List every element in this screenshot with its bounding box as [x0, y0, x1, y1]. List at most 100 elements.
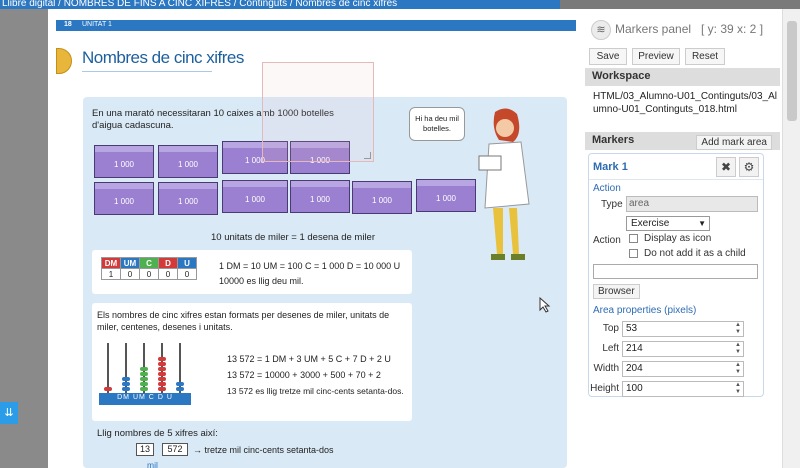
no-child-checkbox[interactable] — [629, 249, 638, 258]
preview-button[interactable]: Preview — [632, 48, 680, 65]
decomposition-2: 13 572 = 10000 + 3000 + 500 + 70 + 2 — [227, 370, 381, 380]
book-page: 18 UNITAT 1 Nombres de cinc xifres En un… — [48, 9, 585, 468]
reset-button[interactable]: Reset — [685, 48, 725, 65]
scrollbar-thumb[interactable] — [787, 21, 797, 121]
action-select-value: Exercise — [631, 218, 670, 229]
left-gutter — [0, 9, 48, 468]
decomposition-1: 13 572 = 1 DM + 3 UM + 5 C + 7 D + 2 U — [227, 354, 391, 364]
resource-field[interactable] — [593, 264, 758, 279]
table-cell: 0 — [120, 268, 140, 280]
spinner-icon[interactable]: ▲ ▼ — [735, 342, 741, 356]
table-cell: 0 — [158, 268, 178, 280]
cube-1000: 1 000 — [290, 180, 350, 213]
left-input[interactable]: 214 ▲ ▼ — [622, 341, 744, 357]
gear-icon[interactable]: ⚙ — [739, 157, 759, 177]
cube-label: 1 000 — [113, 196, 135, 206]
table-cell: 0 — [139, 268, 159, 280]
width-label: Width — [593, 363, 619, 374]
cube-label: 1 000 — [113, 159, 135, 169]
display-as-icon-checkbox[interactable] — [629, 234, 638, 243]
read-title: Llig nombres de 5 xifres així: — [97, 428, 218, 439]
read-mil-label: mil — [147, 460, 158, 468]
width-value: 204 — [626, 363, 643, 374]
cube-1000: 1 000 — [94, 182, 154, 215]
top-value: 53 — [626, 323, 638, 334]
display-as-icon-label: Display as icon — [644, 233, 712, 244]
bullet-text: Els nombres de cinc xifres estan formats… — [97, 310, 390, 332]
left-value: 214 — [626, 343, 643, 354]
cube-1000: 1 000 — [352, 181, 412, 214]
table-header: U — [177, 257, 197, 269]
abacus-labels: DM UM C D U — [117, 394, 173, 401]
cursor-coords: [ y: 39 x: 2 ] — [701, 22, 764, 36]
top-label: Top — [602, 323, 619, 334]
cube-label: 1 000 — [309, 194, 331, 204]
add-mark-area-button[interactable]: Add mark area — [696, 135, 772, 150]
mark-card: Mark 1 ✖ ⚙ Action Type area Exercise ▼ Ac… — [588, 153, 764, 397]
dropdown-arrow-icon: ▼ — [698, 219, 706, 228]
workspace-header: Workspace — [585, 68, 780, 86]
width-input[interactable]: 204 ▲ ▼ — [622, 361, 744, 377]
table-header: D — [158, 257, 178, 269]
table-header: C — [139, 257, 159, 269]
breadcrumb[interactable]: Llibre digital / NOMBRES DE FINS A CINC … — [0, 0, 560, 9]
layers-icon[interactable]: ≋ — [591, 20, 611, 40]
cube-label: 1 000 — [177, 196, 199, 206]
title-underline — [82, 71, 212, 72]
browse-button[interactable]: Browser — [593, 284, 640, 299]
decomposition-3: 13 572 es llig tretze mil cinc-cents set… — [227, 386, 404, 396]
unit-label: UNITAT 1 — [82, 21, 112, 28]
table-header: DM — [101, 257, 121, 269]
expand-down-icon[interactable]: ⇊ — [0, 402, 18, 424]
abacus: DM UM C D U — [99, 343, 209, 405]
cube-label: 1 000 — [177, 159, 199, 169]
markers-panel: ≋ Markers panel [ y: 39 x: 2 ] Save Prev… — [585, 9, 782, 468]
delete-icon[interactable]: ✖ — [716, 157, 736, 177]
read-box-units: 572 — [162, 443, 188, 456]
page-scrollbar[interactable] — [782, 9, 800, 468]
action-select[interactable]: Exercise ▼ — [626, 216, 710, 231]
cube-1000: 1 000 — [158, 182, 218, 215]
type-field[interactable]: area — [626, 196, 758, 212]
table-cell: 0 — [177, 268, 197, 280]
cube-label: 1 000 — [435, 193, 457, 203]
top-input[interactable]: 53 ▲ ▼ — [622, 321, 744, 337]
title-coin-icon — [56, 48, 72, 74]
spinner-icon[interactable]: ▲ ▼ — [735, 362, 741, 376]
type-label: Type — [601, 199, 623, 210]
height-input[interactable]: 100 ▲ ▼ — [622, 381, 744, 397]
no-child-label: Do not add it as a child — [644, 248, 746, 259]
mark-area-overlay[interactable] — [262, 62, 374, 162]
area-properties-label: Area properties (pixels) — [593, 305, 697, 316]
page-title: Nombres de cinc xifres — [82, 48, 244, 67]
resize-handle[interactable] — [364, 152, 371, 159]
page-number: 18 — [64, 21, 72, 28]
read-box-thousands: 13 — [136, 443, 154, 456]
ten-units-text: 10 unitats de miler = 1 desena de miler — [211, 232, 375, 243]
spinner-icon[interactable]: ▲ ▼ — [735, 382, 741, 396]
spinner-icon[interactable]: ▲ ▼ — [735, 322, 741, 336]
markers-panel-title: Markers panel — [615, 22, 692, 36]
cube-1000: 1 000 — [416, 179, 476, 212]
mark-card-header: Mark 1 ✖ ⚙ — [589, 154, 763, 180]
cube-label: 1 000 — [371, 195, 393, 205]
table-header: UM — [120, 257, 140, 269]
markers-panel-header: ≋ Markers panel [ y: 39 x: 2 ] — [585, 9, 782, 47]
cube-1000: 1 000 — [94, 145, 154, 178]
speech-bubble: Hi ha deu mil botelles. — [409, 107, 465, 141]
mouse-cursor-icon — [539, 297, 551, 313]
page-header-bar: 18 UNITAT 1 — [56, 20, 576, 31]
cube-1000: 1 000 — [222, 180, 288, 213]
scientist-illustration — [478, 108, 530, 260]
table-cell: 1 — [101, 268, 121, 280]
cube-label: 1 000 — [244, 194, 266, 204]
cube-1000: 1 000 — [158, 145, 218, 178]
equivalence-line: 1 DM = 10 UM = 100 C = 1 000 D = 10 000 … — [219, 261, 401, 271]
read-result: → tretze mil cinc-cents setanta-dos — [193, 445, 334, 455]
markers-label: Markers — [592, 134, 635, 146]
place-value-table: DM UM C D U 1 0 0 0 0 — [101, 257, 197, 280]
workspace-path: HTML/03_Alumno-U01_Continguts/03_Alumno-… — [593, 91, 777, 115]
height-value: 100 — [626, 383, 643, 394]
save-button[interactable]: Save — [589, 48, 627, 65]
mark-name: Mark 1 — [593, 161, 628, 173]
